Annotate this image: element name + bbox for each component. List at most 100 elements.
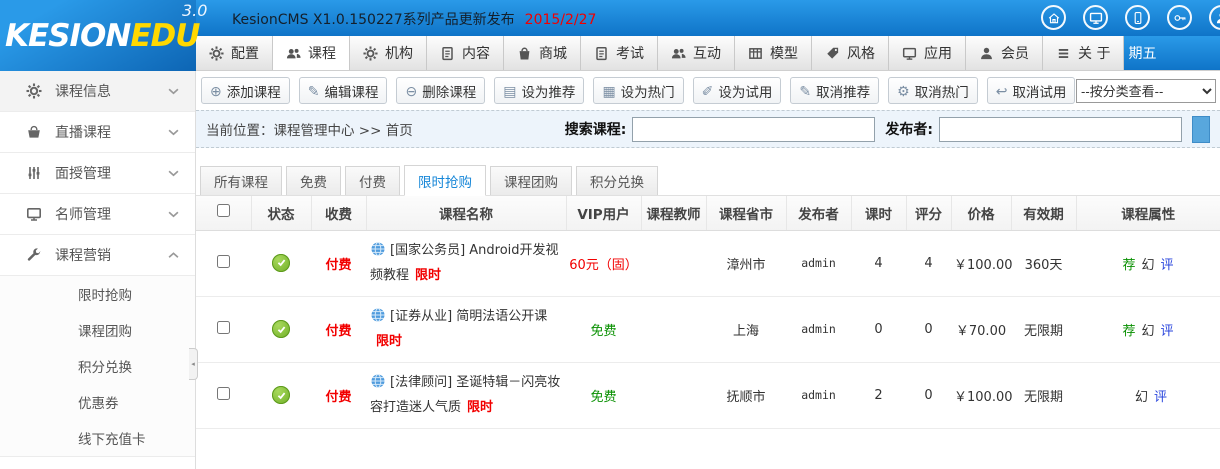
course-title-link[interactable]: [证券从业] 简明法语公开课 — [390, 309, 547, 324]
logo-text: KESIONEDU — [5, 17, 200, 54]
flash-sale-badge: 限时 — [376, 333, 403, 349]
tab-flash-sale[interactable]: 限时抢购 — [404, 165, 486, 196]
clipboard-plus-icon: ▦ — [602, 82, 616, 99]
col-fee: 收费 — [311, 196, 367, 231]
main-nav: 配置 课程 机构 内容 商城 考试 互动 模型 风格 应用 会员 关 于 期五 — [196, 36, 1220, 71]
course-title-link[interactable]: [法律顾问] 圣诞特辑－闪亮妆容打造迷人气质 — [370, 375, 560, 415]
search-go-button[interactable] — [1192, 115, 1210, 143]
table-row: 付费 [国家公务员] Android开发视频教程 限时 60元（固） 漳州市 ad… — [196, 230, 1220, 297]
row-checkbox[interactable] — [217, 386, 230, 400]
tab-paid[interactable]: 付费 — [345, 166, 400, 195]
main-content: ⊕ 添加课程 ✎ 编辑课程 ⊖ 删除课程 ▤ 设为推荐 ▦ 设为热门 ✐ 设为试用 ✎ 取消推… — [196, 71, 1220, 469]
undo-icon: ↩ — [995, 82, 1008, 99]
flash-sale-badge: 限时 — [467, 399, 494, 415]
sidebar-item-course-marketing[interactable]: 课程营销 — [0, 235, 195, 276]
nav-item-content[interactable]: 内容 — [427, 36, 504, 70]
edit-course-button[interactable]: ✎ 编辑课程 — [298, 77, 388, 104]
nav-item-about[interactable]: 关 于 — [1043, 36, 1125, 70]
flash-sale-badge: 限时 — [415, 267, 442, 283]
fee-label: 付费 — [325, 257, 352, 273]
sidebar-sub-flash-sale[interactable]: 限时抢购 — [0, 276, 195, 312]
globe-icon — [370, 307, 386, 331]
row-checkbox[interactable] — [217, 320, 230, 334]
tab-group-buy[interactable]: 课程团购 — [490, 166, 572, 195]
home-icon[interactable] — [1041, 5, 1066, 30]
pencil-icon: ✎ — [799, 82, 812, 99]
publisher-input[interactable] — [939, 116, 1182, 142]
sidebar-item-student-info[interactable]: 学员信息 — [0, 457, 195, 469]
tab-free[interactable]: 免费 — [286, 166, 341, 195]
tab-points-exchange[interactable]: 积分兑换 — [576, 166, 658, 195]
category-filter-select[interactable]: --按分类查看-- — [1076, 79, 1216, 103]
search-course-input[interactable] — [632, 116, 876, 142]
attr-slide[interactable]: 幻 — [1141, 258, 1154, 273]
validity: 无限期 — [1011, 296, 1076, 363]
delete-course-button[interactable]: ⊖ 删除课程 — [396, 77, 486, 104]
validity: 360天 — [1011, 230, 1076, 297]
hours: 2 — [851, 362, 906, 430]
monitor-icon[interactable] — [1083, 5, 1108, 30]
sidebar-item-live-courses[interactable]: 直播课程 — [0, 112, 195, 153]
set-hot-button[interactable]: ▦ 设为热门 — [593, 77, 684, 104]
top-icon-group — [1041, 5, 1220, 30]
nav-item-apps[interactable]: 应用 — [889, 36, 966, 70]
sidebar-item-face-teaching[interactable]: 面授管理 — [0, 153, 195, 194]
nav-item-members[interactable]: 会员 — [966, 36, 1043, 70]
sidebar-sub-offline-recharge-card[interactable]: 线下充值卡 — [0, 420, 195, 456]
mobile-icon[interactable] — [1125, 5, 1150, 30]
cancel-recommended-button[interactable]: ✎ 取消推荐 — [790, 77, 880, 104]
set-trial-button[interactable]: ✐ 设为试用 — [692, 77, 782, 104]
sidebar-item-course-info[interactable]: 课程信息 — [0, 71, 195, 112]
sidebar-sub-coupons[interactable]: 优惠券 — [0, 384, 195, 420]
sidebar-item-teacher-management[interactable]: 名师管理 — [0, 194, 195, 235]
nav-item-mall[interactable]: 商城 — [504, 36, 581, 70]
vip-price: 60元（固） — [566, 230, 641, 297]
nav-item-style[interactable]: 风格 — [812, 36, 889, 70]
sidebar-sub-group-buy[interactable]: 课程团购 — [0, 312, 195, 348]
attr-comment[interactable]: 评 — [1161, 324, 1174, 339]
attr-comment[interactable]: 评 — [1161, 258, 1174, 273]
vip-price: 免费 — [566, 362, 641, 430]
attr-slide[interactable]: 幻 — [1135, 390, 1148, 405]
clipboard-icon: ▤ — [503, 82, 517, 99]
cancel-hot-button[interactable]: ⚙ 取消热门 — [888, 77, 978, 104]
user-icon[interactable] — [1209, 5, 1220, 30]
key-icon[interactable] — [1167, 5, 1192, 30]
nav-item-model[interactable]: 模型 — [735, 36, 812, 70]
attr-slide[interactable]: 幻 — [1141, 324, 1154, 339]
attr-recommended[interactable]: 荐 — [1122, 258, 1135, 273]
logo: KESIONEDU — [0, 0, 200, 71]
table-row: 付费 [证券从业] 简明法语公开课限时 免费 上海 admin 0 0 ￥70.… — [196, 296, 1220, 363]
add-course-button[interactable]: ⊕ 添加课程 — [201, 77, 290, 104]
course-title-link[interactable]: [国家公务员] Android开发视频教程 — [370, 243, 559, 283]
gear-icon — [363, 46, 378, 61]
menu-lines-icon — [1056, 46, 1071, 61]
price: ￥100.00 — [951, 362, 1013, 430]
location-bar: 当前位置：课程管理中心 >> 首页 搜索课程: 发布者: — [196, 110, 1220, 148]
attr-recommended[interactable]: 荐 — [1122, 324, 1135, 339]
nav-item-exam[interactable]: 考试 — [581, 36, 658, 70]
gears-icon: ⚙ — [897, 82, 910, 99]
select-all-checkbox[interactable] — [216, 204, 230, 218]
nav-item-config[interactable]: 配置 — [196, 36, 273, 70]
announcement-date: 2015/2/27 — [524, 12, 597, 28]
tab-all-courses[interactable]: 所有课程 — [200, 166, 282, 195]
nav-item-organization[interactable]: 机构 — [350, 36, 427, 70]
sliders-icon — [26, 165, 42, 181]
users-icon — [286, 46, 301, 61]
sidebar-sub-points-exchange[interactable]: 积分兑换 — [0, 348, 195, 384]
publisher-label: 发布者: — [885, 122, 933, 138]
cancel-trial-button[interactable]: ↩ 取消试用 — [986, 77, 1076, 104]
nav-item-courses[interactable]: 课程 — [273, 36, 350, 70]
attr-comment[interactable]: 评 — [1154, 390, 1167, 405]
course-name-cell: [证券从业] 简明法语公开课限时 — [366, 296, 566, 363]
row-checkbox[interactable] — [217, 254, 230, 268]
globe-icon — [370, 373, 386, 397]
set-recommended-button[interactable]: ▤ 设为推荐 — [494, 77, 585, 104]
nav-item-interaction[interactable]: 互动 — [658, 36, 735, 70]
publisher: admin — [786, 362, 851, 430]
attributes-cell: 荐幻评 — [1076, 230, 1220, 297]
price: ￥70.00 — [951, 296, 1011, 363]
sidebar-collapse-handle[interactable]: ◂ — [189, 348, 198, 380]
shopping-bag-icon — [517, 46, 532, 61]
